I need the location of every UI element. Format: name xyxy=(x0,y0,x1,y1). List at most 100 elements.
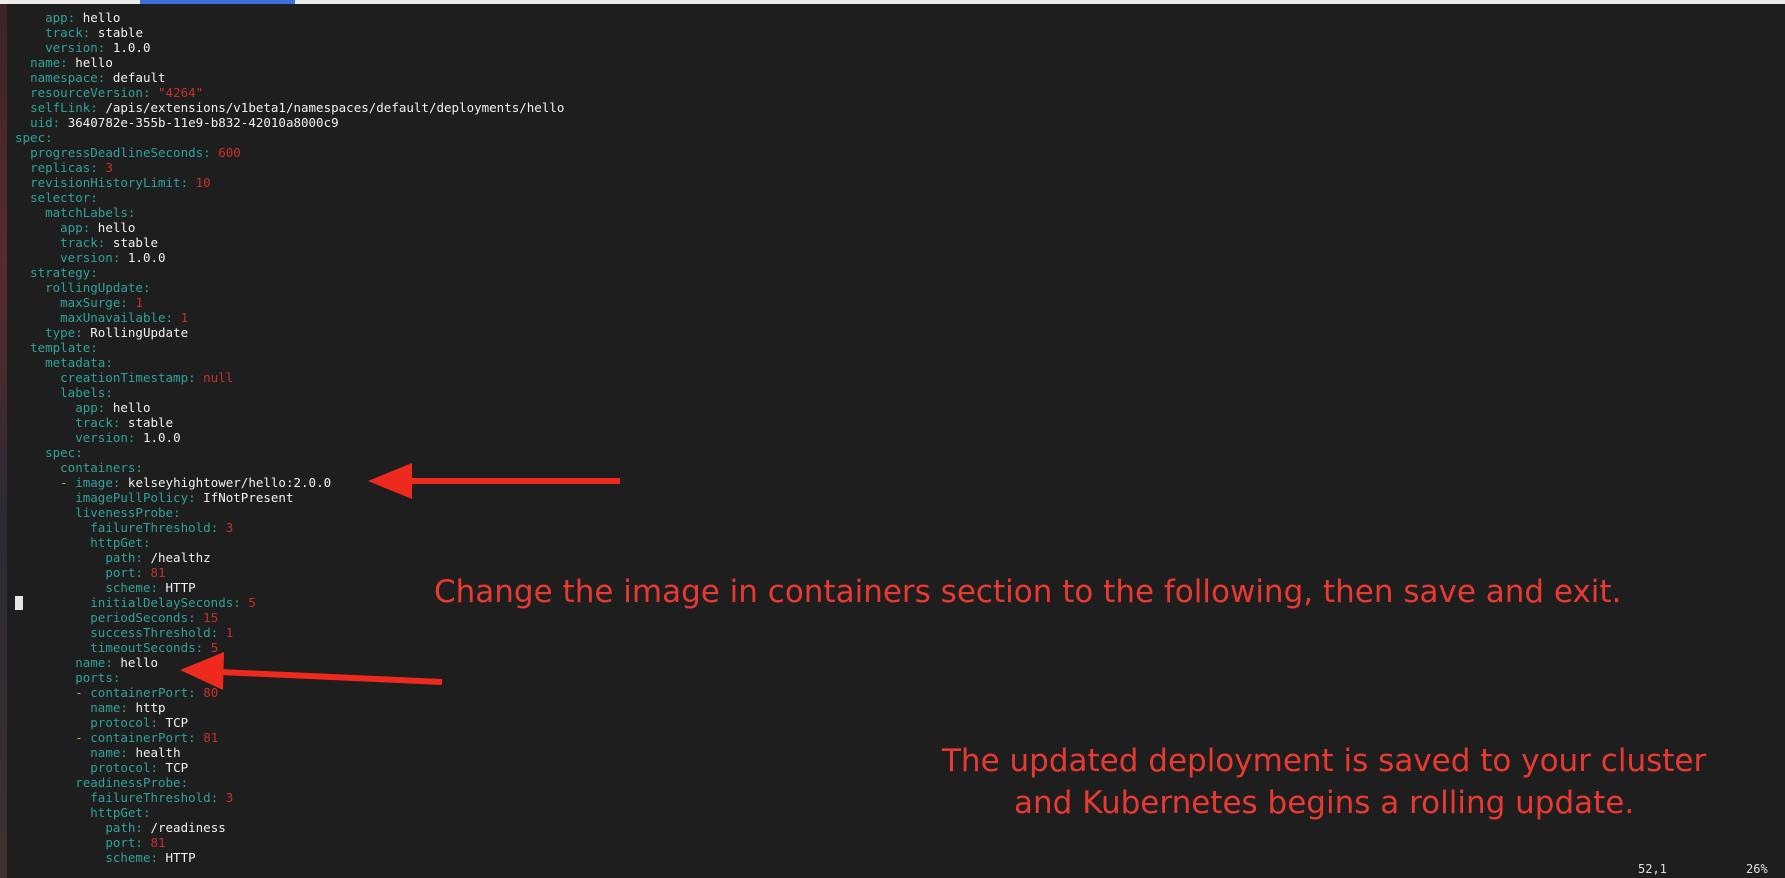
yaml-value: http xyxy=(135,700,166,715)
yaml-punct: : xyxy=(90,160,106,175)
yaml-key: port xyxy=(105,565,136,580)
yaml-key: spec xyxy=(45,445,76,460)
yaml-key: track xyxy=(75,415,113,430)
code-line: name: health xyxy=(15,745,564,760)
yaml-key: app xyxy=(60,220,83,235)
vim-editor-buffer[interactable]: app: hello track: stable version: 1.0.0 … xyxy=(15,10,564,865)
code-line: selector: xyxy=(15,190,564,205)
yaml-value: HTTP xyxy=(165,850,196,865)
yaml-key: progressDeadlineSeconds xyxy=(30,145,204,160)
yaml-punct: : xyxy=(142,805,151,820)
yaml-value: hello xyxy=(82,10,121,25)
code-line: maxUnavailable: 1 xyxy=(15,310,564,325)
yaml-number: 81 xyxy=(203,730,219,745)
code-line: resourceVersion: "4264" xyxy=(15,85,564,100)
yaml-key: uid xyxy=(30,115,53,130)
code-line: httpGet: xyxy=(15,535,564,550)
yaml-key: selfLink xyxy=(30,100,91,115)
yaml-key: track xyxy=(60,235,98,250)
code-line: app: hello xyxy=(15,10,564,25)
yaml-punct: : xyxy=(97,235,113,250)
yaml-key: httpGet xyxy=(90,535,143,550)
yaml-number: 81 xyxy=(150,565,166,580)
code-line: rollingUpdate: xyxy=(15,280,564,295)
yaml-punct: : xyxy=(75,325,91,340)
yaml-punct: : xyxy=(135,820,151,835)
yaml-value: hello xyxy=(120,655,159,670)
yaml-value: /healthz xyxy=(150,550,211,565)
yaml-key: periodSeconds xyxy=(90,610,189,625)
yaml-number: 3 xyxy=(225,520,234,535)
yaml-key: failureThreshold xyxy=(90,790,211,805)
yaml-key: image xyxy=(75,475,113,490)
yaml-value: 1.0.0 xyxy=(127,250,166,265)
yaml-punct: : xyxy=(97,400,113,415)
code-line: failureThreshold: 3 xyxy=(15,790,564,805)
code-line: readinessProbe: xyxy=(15,775,564,790)
yaml-punct: : xyxy=(112,670,121,685)
yaml-value: hello xyxy=(97,220,136,235)
yaml-punct: : xyxy=(142,280,151,295)
code-line: maxSurge: 1 xyxy=(15,295,564,310)
yaml-key: containers xyxy=(60,460,136,475)
yaml-punct: : xyxy=(52,115,68,130)
yaml-number: null xyxy=(203,370,234,385)
code-line: app: hello xyxy=(15,220,564,235)
yaml-key: template xyxy=(30,340,91,355)
yaml-punct: : xyxy=(188,610,204,625)
active-tab-indicator xyxy=(140,0,295,4)
yaml-punct: : xyxy=(97,40,113,55)
code-line: protocol: TCP xyxy=(15,760,564,775)
yaml-key: protocol xyxy=(90,715,151,730)
yaml-punct: : xyxy=(203,145,219,160)
yaml-key: name xyxy=(30,55,61,70)
yaml-value: default xyxy=(112,70,166,85)
yaml-punct: : xyxy=(142,535,151,550)
code-line: revisionHistoryLimit: 10 xyxy=(15,175,564,190)
yaml-punct: : xyxy=(150,715,166,730)
yaml-key: matchLabels xyxy=(45,205,128,220)
yaml-punct: : xyxy=(188,490,204,505)
yaml-key: name xyxy=(90,745,121,760)
yaml-punct: : xyxy=(150,580,166,595)
code-line: path: /healthz xyxy=(15,550,564,565)
yaml-value: TCP xyxy=(165,715,189,730)
code-line: creationTimestamp: null xyxy=(15,370,564,385)
code-line: selfLink: /apis/extensions/v1beta1/names… xyxy=(15,100,564,115)
yaml-key: failureThreshold xyxy=(90,520,211,535)
desktop-edge xyxy=(0,0,7,878)
yaml-key: maxSurge xyxy=(60,295,121,310)
yaml-key: resourceVersion xyxy=(30,85,143,100)
yaml-value: kelseyhightower/hello:2.0.0 xyxy=(127,475,332,490)
yaml-punct: : xyxy=(82,220,98,235)
yaml-punct: : xyxy=(188,730,204,745)
yaml-value: stable xyxy=(112,235,159,250)
yaml-punct: : xyxy=(75,445,83,460)
yaml-value: RollingUpdate xyxy=(90,325,189,340)
arrow-to-name-line xyxy=(180,652,443,690)
code-line: uid: 3640782e-355b-11e9-b832-42010a8000c… xyxy=(15,115,564,130)
code-line: metadata: xyxy=(15,355,564,370)
yaml-punct: : xyxy=(165,310,181,325)
yaml-key: labels xyxy=(60,385,106,400)
yaml-key: app xyxy=(75,400,98,415)
yaml-punct: : xyxy=(135,550,151,565)
code-line: track: stable xyxy=(15,25,564,40)
yaml-punct: : xyxy=(135,565,151,580)
code-line: path: /readiness xyxy=(15,820,564,835)
rolling-update-annotation-line-1: The updated deployment is saved to your … xyxy=(942,743,1707,779)
yaml-key: scheme xyxy=(105,850,151,865)
